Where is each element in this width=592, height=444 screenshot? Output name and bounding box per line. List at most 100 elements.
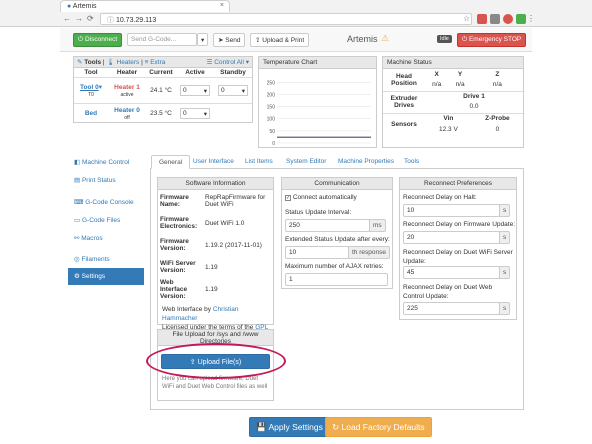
caret-down-icon: ▾	[201, 37, 205, 44]
tool-0-cell[interactable]: Tool 0▾ T0	[74, 78, 108, 104]
upload-print-button[interactable]: ⇪ Upload & Print	[250, 33, 310, 47]
tools-tab[interactable]: ✎ Tools	[77, 59, 101, 66]
reload-icon[interactable]: ⟳	[87, 14, 94, 23]
sidebar-item-gcode-files[interactable]: ▭ G-Code Files	[68, 212, 144, 229]
connect-auto-row[interactable]: ✓ Connect automatically	[285, 194, 357, 201]
tab-general[interactable]: General	[151, 155, 191, 169]
wifi-input[interactable]: 45	[403, 266, 500, 279]
sidebar-item-settings[interactable]: ⚙ Settings	[68, 268, 144, 285]
disconnect-button[interactable]: ⏻ Disconnect	[73, 33, 123, 47]
emergency-stop-button[interactable]: ⏻ Emergency STOP	[457, 33, 527, 47]
machine-name: Artemis	[347, 34, 378, 44]
url-bar[interactable]: ⓘ 10.73.29.113	[100, 13, 472, 25]
tab-title: Artemis	[72, 3, 97, 10]
sidebar-item-gcode-console[interactable]: ⌨ G-Code Console	[68, 194, 144, 211]
software-info-title: Software Information	[158, 178, 273, 190]
forward-icon[interactable]: →	[75, 14, 83, 23]
dwc-input[interactable]: 225	[403, 302, 500, 315]
standby-temp-select[interactable]: 0 ▾	[218, 85, 248, 96]
dashboard-icon: ◧	[74, 159, 81, 166]
warning-icon: ⚠	[381, 33, 390, 43]
caret-down-icon: ▾	[241, 88, 245, 95]
extended-input[interactable]: 10	[285, 246, 349, 259]
upload-files-button[interactable]: ⇪ Upload File(s)	[161, 354, 270, 369]
tab-user-interface[interactable]: User Interface	[186, 155, 241, 169]
close-icon[interactable]: ×	[220, 2, 224, 9]
halt-input[interactable]: 10	[403, 204, 500, 217]
upload-icon: ⇪	[255, 37, 261, 44]
power-icon: ⏻	[462, 36, 468, 43]
tab-machine-properties[interactable]: Machine Properties	[331, 155, 401, 169]
head-position-label: Head Position	[383, 69, 425, 92]
ms-addon: ms	[369, 219, 386, 232]
extra-tab[interactable]: ≡ Extra	[145, 59, 166, 66]
extension-icon[interactable]	[477, 14, 487, 24]
table-header: Tool Heater Current Active Standby	[84, 69, 246, 76]
software-info-panel: Software Information Firmware Name: RepRa…	[157, 177, 274, 340]
console-icon: ⌨	[74, 199, 84, 206]
extension-icon[interactable]	[516, 14, 526, 24]
tab-system-editor[interactable]: System Editor	[279, 155, 333, 169]
gcode-input[interactable]: Send G-Code...	[127, 33, 197, 46]
bed-active-select[interactable]: 0 ▾	[180, 108, 210, 120]
back-icon[interactable]: ←	[63, 14, 71, 23]
extended-label: Extended Status Update after every:	[285, 236, 390, 243]
sidebar-item-print-status[interactable]: ▤ Print Status	[68, 172, 144, 189]
send-button[interactable]: ➤ Send	[213, 33, 246, 47]
y-tick-label: 50	[269, 129, 275, 135]
extension-icon[interactable]	[490, 14, 500, 24]
star-icon[interactable]: ☆	[463, 14, 470, 23]
x-position: n/a	[432, 81, 442, 89]
sidebar-item-macros[interactable]: ⚯ Macros	[68, 230, 144, 247]
communication-title: Communication	[282, 178, 392, 190]
fw-input[interactable]: 20	[403, 231, 500, 244]
drop-icon: ●	[67, 3, 72, 10]
ajax-label: Maximum number of AJAX retries:	[285, 263, 384, 270]
print-icon: ▤	[74, 177, 81, 184]
machine-status-title: Machine Status	[383, 57, 523, 69]
upload-icon: ⇪	[189, 359, 196, 366]
tools-panel-header: ✎ Tools | 🌡 Heaters | ≡ Extra ☰ Control …	[74, 57, 252, 68]
y-tick-label: 250	[267, 80, 276, 86]
sidebar-item-machine-control[interactable]: ◧ Machine Control	[68, 154, 144, 171]
apply-settings-button[interactable]: 💾 Apply Settings	[249, 417, 330, 437]
tab-list-items[interactable]: List Items	[238, 155, 280, 169]
current-temp: 23.5 °C	[150, 110, 172, 118]
browser-tab[interactable]: ● Artemis ×	[60, 0, 230, 12]
save-icon: 💾	[256, 422, 267, 432]
active-temp-select[interactable]: 0 ▾	[180, 85, 210, 96]
checkbox[interactable]: ✓	[285, 195, 291, 201]
table-row: Tool 0▾ T0 Heater 1 active 24.1 °C 0 ▾ 0 ▾	[74, 77, 252, 104]
chart-title: Temperature Chart	[259, 57, 376, 69]
status-badge: Idle	[437, 35, 452, 43]
power-icon: ⏻	[78, 36, 84, 43]
heater-0-cell[interactable]: Heater 0 off	[108, 104, 146, 124]
tools-panel: ✎ Tools | 🌡 Heaters | ≡ Extra ☰ Control …	[73, 56, 253, 123]
response-addon: th response	[348, 246, 390, 259]
gcode-dropdown[interactable]: ▾	[197, 33, 209, 46]
caret-down-icon: ▾	[203, 88, 207, 95]
sidebar-item-filaments[interactable]: ◎ Filaments	[68, 251, 144, 268]
zprobe-value: 0	[495, 125, 500, 133]
caret-down-icon: ▾	[203, 111, 207, 119]
y-position: n/a	[455, 81, 465, 89]
reset-icon: ↻	[332, 422, 340, 432]
tab-tools[interactable]: Tools	[397, 155, 426, 169]
url-text: 10.73.29.113	[115, 17, 157, 24]
load-factory-defaults-button[interactable]: ↻ Load Factory Defaults	[325, 417, 432, 437]
status-interval-input[interactable]: 250	[285, 219, 370, 232]
control-all-dropdown[interactable]: ☰ Control All ▾	[207, 58, 249, 66]
temperature-chart: 250 200 150 100 50 0	[267, 80, 371, 147]
heater-1-cell[interactable]: Heater 1 active	[108, 78, 146, 104]
y-tick-label: 0	[272, 141, 275, 147]
extension-icon[interactable]	[503, 14, 513, 24]
bed-cell[interactable]: Bed	[74, 104, 108, 124]
file-icon: ▭	[74, 217, 81, 224]
info-icon: ⓘ	[107, 17, 114, 24]
table-row: Bed Heater 0 off 23.5 °C 0 ▾	[74, 103, 252, 124]
y-tick-label: 150	[267, 105, 276, 111]
extruder-drives-label: Extruder Drives	[383, 91, 425, 114]
menu-icon[interactable]: ⋮	[527, 14, 535, 23]
heaters-tab[interactable]: 🌡 Heaters	[106, 59, 139, 66]
ajax-input[interactable]: 1	[285, 273, 388, 286]
